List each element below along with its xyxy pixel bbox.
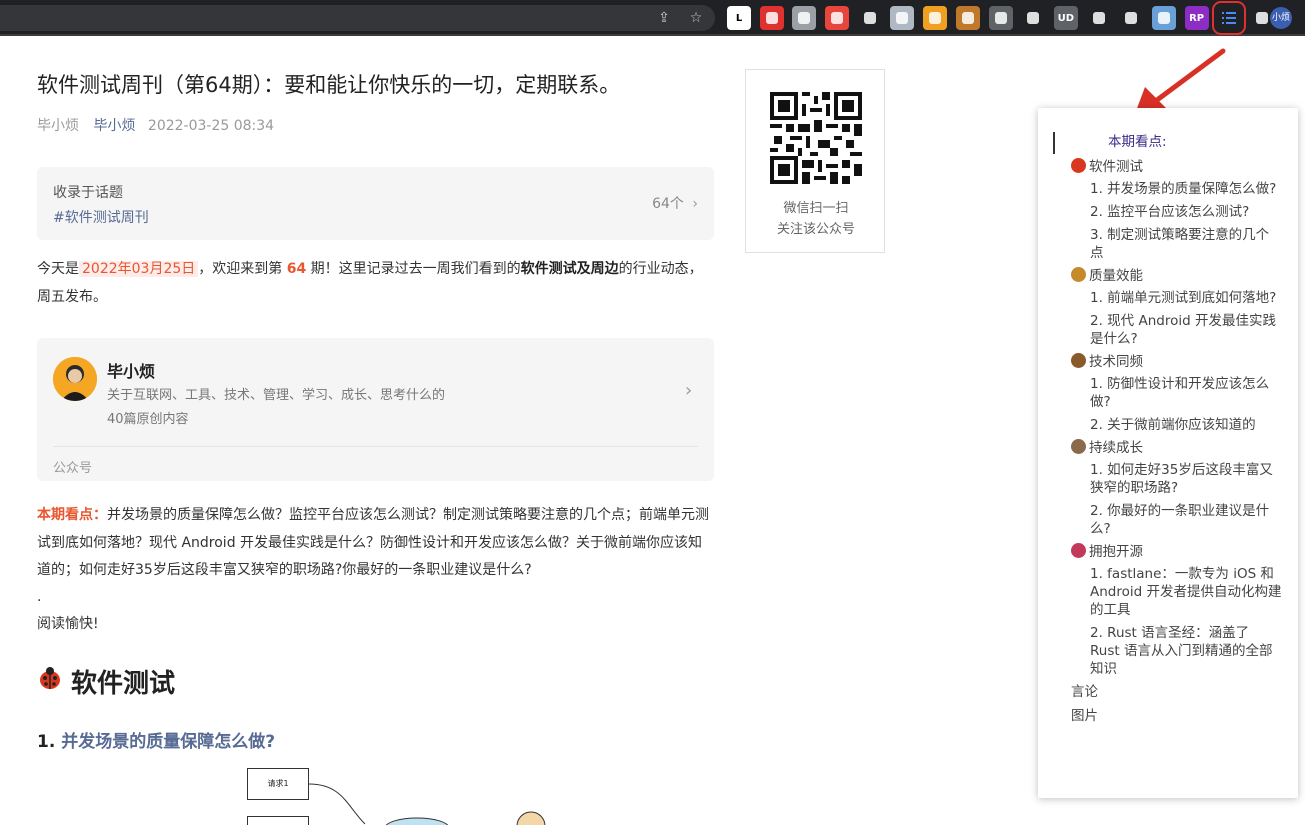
toc-section-title: 持续成长 [1089,440,1143,456]
topic-count: 64个 › [652,193,698,213]
chevron-right-icon: › [685,380,693,401]
toc-item[interactable]: 1. 防御性设计和开发应该怎么做? [1090,375,1282,411]
account-type: 公众号 [53,461,93,476]
ext-glasses-icon[interactable] [1119,6,1144,30]
toc-section-title: 软件测试 [1089,159,1143,175]
toc-section[interactable]: 技术同频 [1071,353,1143,371]
bookmark-star-icon[interactable]: ☆ [686,8,706,28]
toc-section-title: 质量效能 [1089,268,1143,284]
toc-item[interactable]: 2. 现代 Android 开发最佳实践是什么? [1090,312,1282,348]
account-card[interactable]: 毕小烦 关于互联网、工具、技术、管理、学习、成长、思考什么的 40篇原创内容 ›… [37,338,714,481]
account-name: 毕小烦 [107,362,156,381]
card-divider [53,446,698,447]
extensions-bar: L UD RP [727,1,1283,35]
highlights-label: 本期看点： [37,507,107,523]
ladybug-icon [37,665,63,698]
toc-item[interactable]: 2. 监控平台应该怎么测试? [1090,203,1282,221]
toc-item[interactable]: 1. 如何走好35岁后这段丰富又狭窄的职场路? [1090,461,1282,497]
intro-paragraph: 今天是 2022年03月25日 ，欢迎来到第 64 期！这里记录过去一周我们看到的软… [37,256,714,311]
toc-item[interactable]: 3. 制定测试策略要注意的几个点 [1090,226,1282,262]
enjoy-line: 阅读愉快! [37,616,99,632]
article-title: 软件测试周刊（第64期）：要和能让你快乐的一切，定期联系。 [37,73,621,97]
toc-section-title: 拥抱开源 [1089,544,1143,560]
toc-item[interactable]: 2. 你最好的一条职业建议是什么? [1090,502,1282,538]
toc-section[interactable]: 拥抱开源 [1071,543,1143,561]
account-desc: 关于互联网、工具、技术、管理、学习、成长、思考什么的 [107,388,446,403]
toc-tail-item[interactable]: 图片 [1071,707,1098,725]
account-avatar [53,357,97,401]
section-heading-text: 软件测试 [71,669,176,699]
ext-diamond-icon[interactable] [1021,6,1046,30]
section-emoji-icon [1071,158,1086,173]
account-link[interactable]: 毕小烦 [93,118,135,134]
share-icon[interactable]: ⇪ [654,8,674,28]
toc-tail-item[interactable]: 言论 [1071,683,1098,701]
intro-bold: 软件测试及周边 [520,261,619,277]
profile-avatar[interactable]: 小烦 [1270,7,1292,29]
toc-section-title: 技术同频 [1089,354,1143,370]
ext-rp-icon[interactable]: RP [1184,6,1209,30]
section-heading: 软件测试 [37,663,175,700]
subsection-number: 1. [37,732,56,752]
intro-date: 2022年03月25日 [79,261,199,277]
topic-box[interactable]: 收录于话题 #软件测试周刊 64个 › [37,167,714,240]
chevron-right-icon: › [692,196,698,212]
toc-panel: 本期看点: 软件测试 1. 并发场景的质量保障怎么做? 2. 监控平台应该怎么测试?… [1038,108,1298,798]
qr-code-image [770,92,862,184]
toc-section[interactable]: 持续成长 [1071,439,1143,457]
address-bar[interactable]: ⇪ ☆ [0,5,715,31]
ext-speed-icon[interactable] [988,6,1013,30]
intro-text-2: ，欢迎来到第 [198,261,283,277]
ext-block-icon[interactable] [1086,6,1111,30]
dot-line: . [37,589,42,605]
topic-count-text: 64个 [652,196,684,212]
toc-item[interactable]: 2. 关于微前端你应该知道的 [1090,416,1282,434]
ext-red-doc-icon[interactable] [759,6,784,30]
toc-head[interactable]: 本期看点: [1108,133,1167,151]
ext-photo-icon[interactable] [1151,6,1176,30]
toc-section[interactable]: 质量效能 [1071,267,1143,285]
ext-upload-icon[interactable] [890,6,915,30]
diagram-image: 请求1 [247,766,567,825]
subsection-heading: 1. 并发场景的质量保障怎么做? [37,727,275,752]
section-emoji-icon [1071,543,1086,558]
browser-toolbar: ⇪ ☆ L UD RP 小烦 [0,0,1305,36]
topic-tag[interactable]: #软件测试周刊 [53,207,149,227]
ext-ublock-label: UD [1057,12,1075,24]
ext-owl-icon[interactable] [955,6,980,30]
ext-l-label: L [735,12,743,24]
ext-rp-label: RP [1189,12,1205,24]
ext-l-icon[interactable]: L [727,6,751,30]
toc-item[interactable]: 2. Rust 语言圣经：涵盖了 Rust 语言从入门到精通的全部知识 [1090,624,1282,678]
toc-section[interactable]: 软件测试 [1071,158,1143,176]
qr-code-box: 微信扫一扫 关注该公众号 [745,69,885,253]
qr-caption-2: 关注该公众号 [776,222,855,237]
ext-toc-icon[interactable] [1212,1,1247,35]
ext-ublock-icon[interactable]: UD [1053,6,1078,30]
section-emoji-icon [1071,353,1086,368]
account-article-count: 40篇原创内容 [107,412,189,427]
toc-item[interactable]: 1. 前端单元测试到底如何落地? [1090,289,1282,307]
publish-date: 2022-03-25 08:34 [147,118,275,134]
ext-notes-icon[interactable] [825,6,850,30]
ext-shield-icon[interactable] [857,6,882,30]
section-emoji-icon [1071,439,1086,454]
issue-number: 64 [286,261,307,277]
intro-text-1: 今天是 [37,261,79,277]
topic-label: 收录于话题 [53,185,123,201]
toc-item[interactable]: 1. 并发场景的质量保障怎么做? [1090,180,1282,198]
intro-text-3: 期！这里记录过去一周我们看到的 [310,261,521,277]
ext-circle-icon[interactable] [792,6,817,30]
subsection-link[interactable]: 并发场景的质量保障怎么做? [61,732,275,752]
article-meta: 毕小烦 毕小烦 2022-03-25 08:34 [37,115,274,135]
toc-active-indicator [1053,132,1055,154]
highlights-paragraph: 本期看点：并发场景的质量保障怎么做？监控平台应该怎么测试？制定测试策略要注意的几… [37,502,714,585]
author-name: 毕小烦 [37,118,79,134]
highlights-text: 并发场景的质量保障怎么做？监控平台应该怎么测试？制定测试策略要注意的几个点；前端… [37,507,709,578]
ext-globe-icon[interactable] [923,6,948,30]
section-emoji-icon [1071,267,1086,282]
qr-caption-1: 微信扫一扫 [783,201,849,216]
toc-item[interactable]: 1. fastlane：一款专为 iOS 和 Android 开发者提供自动化构… [1090,565,1282,619]
